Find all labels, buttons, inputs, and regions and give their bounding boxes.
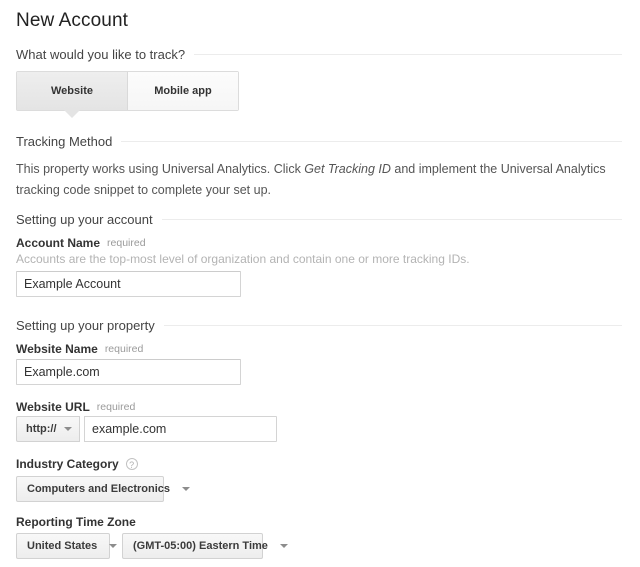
industry-category-label-text: Industry Category bbox=[16, 457, 119, 471]
section-header-tracking-method: Tracking Method bbox=[16, 134, 622, 149]
tracking-method-description: This property works using Universal Anal… bbox=[16, 159, 618, 201]
section-divider bbox=[164, 325, 622, 326]
website-url-input[interactable] bbox=[84, 416, 277, 442]
account-name-label-text: Account Name bbox=[16, 236, 100, 250]
section-header-track-label: What would you like to track? bbox=[16, 47, 194, 62]
website-name-label: Website Name required bbox=[16, 342, 143, 356]
website-name-input[interactable] bbox=[16, 359, 241, 385]
new-account-page: New Account What would you like to track… bbox=[0, 0, 640, 567]
industry-category-dropdown[interactable]: Computers and Electronics bbox=[16, 476, 164, 502]
time-zone-country-value: United States bbox=[27, 540, 97, 552]
website-name-required-badge: required bbox=[105, 343, 144, 355]
track-type-tabs: Website Mobile app bbox=[16, 71, 239, 111]
section-divider bbox=[162, 219, 622, 220]
industry-category-value: Computers and Electronics bbox=[27, 483, 170, 495]
section-header-account-label: Setting up your account bbox=[16, 212, 162, 227]
tab-mobile-app[interactable]: Mobile app bbox=[128, 72, 238, 110]
section-header-property: Setting up your property bbox=[16, 318, 622, 333]
website-url-required-badge: required bbox=[97, 401, 136, 413]
website-url-label-text: Website URL bbox=[16, 400, 90, 414]
tab-selected-notch-icon bbox=[64, 110, 80, 118]
chevron-down-icon bbox=[64, 427, 72, 431]
time-zone-offset-dropdown[interactable]: (GMT-05:00) Eastern Time bbox=[122, 533, 263, 559]
website-name-label-text: Website Name bbox=[16, 342, 98, 356]
url-protocol-dropdown[interactable]: http:// bbox=[16, 416, 80, 442]
account-name-hint: Accounts are the top-most level of organ… bbox=[16, 252, 470, 266]
chevron-down-icon bbox=[280, 544, 288, 548]
section-divider bbox=[121, 141, 622, 142]
section-header-account: Setting up your account bbox=[16, 212, 622, 227]
section-divider bbox=[194, 54, 622, 55]
tab-mobile-app-label: Mobile app bbox=[154, 85, 211, 97]
description-emphasis: Get Tracking ID bbox=[304, 162, 391, 176]
tab-website[interactable]: Website bbox=[17, 72, 128, 110]
url-protocol-value: http:// bbox=[26, 423, 57, 435]
chevron-down-icon bbox=[182, 487, 190, 491]
time-zone-offset-value: (GMT-05:00) Eastern Time bbox=[133, 540, 268, 552]
reporting-time-zone-label-text: Reporting Time Zone bbox=[16, 515, 136, 529]
section-header-track: What would you like to track? bbox=[16, 47, 622, 62]
chevron-down-icon bbox=[109, 544, 117, 548]
account-name-label: Account Name required bbox=[16, 236, 146, 250]
website-url-row: http:// bbox=[16, 416, 277, 442]
industry-category-label: Industry Category ? bbox=[16, 457, 138, 471]
description-part-1: This property works using Universal Anal… bbox=[16, 162, 304, 176]
section-header-tracking-method-label: Tracking Method bbox=[16, 134, 121, 149]
tab-website-label: Website bbox=[51, 85, 93, 97]
account-name-input[interactable] bbox=[16, 271, 241, 297]
section-header-property-label: Setting up your property bbox=[16, 318, 164, 333]
reporting-time-zone-label: Reporting Time Zone bbox=[16, 515, 136, 529]
time-zone-country-dropdown[interactable]: United States bbox=[16, 533, 110, 559]
page-title: New Account bbox=[16, 10, 128, 32]
question-mark-icon[interactable]: ? bbox=[126, 458, 138, 470]
website-url-label: Website URL required bbox=[16, 400, 135, 414]
account-name-required-badge: required bbox=[107, 237, 146, 249]
